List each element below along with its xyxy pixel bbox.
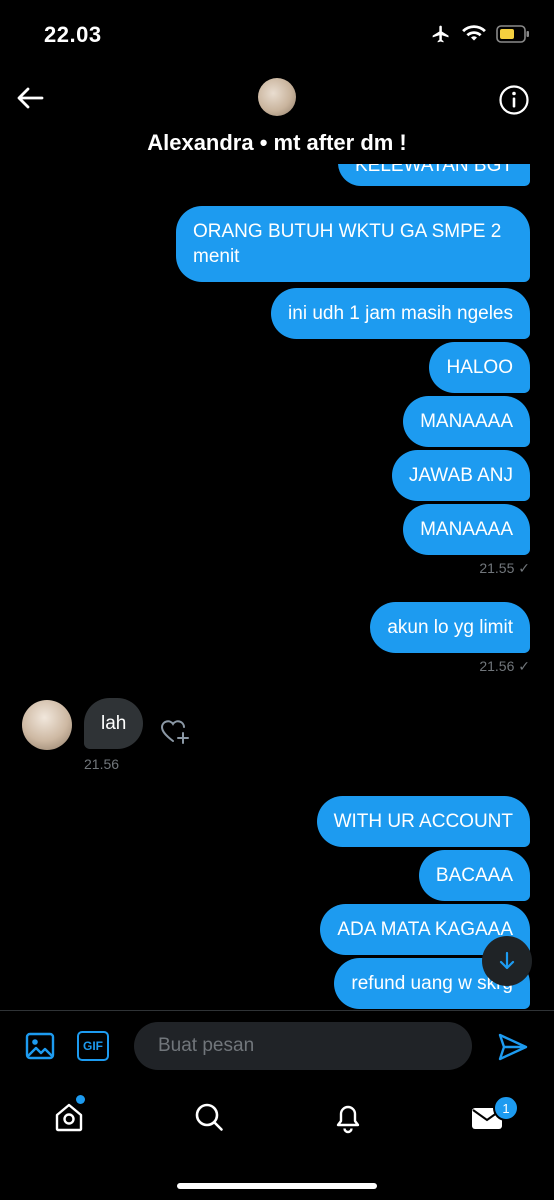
sent-message[interactable]: MANAAAA bbox=[403, 396, 530, 447]
status-icons bbox=[430, 24, 530, 44]
gif-button[interactable]: GIF bbox=[77, 1031, 109, 1061]
status-time: 22.03 bbox=[44, 22, 102, 47]
conversation-avatar[interactable] bbox=[258, 78, 296, 116]
sent-message[interactable]: JAWAB ANJ bbox=[391, 450, 530, 501]
arrow-down-icon bbox=[499, 951, 515, 970]
sent-message[interactable]: ORANG BUTUH WKTU GA SMPE 2 menit bbox=[176, 206, 530, 282]
sent-message[interactable]: akun lo yg limit bbox=[370, 602, 530, 653]
message-timestamp: 21.56 bbox=[84, 756, 120, 772]
sender-avatar[interactable] bbox=[22, 700, 72, 750]
message-timestamp: 21.55 ✓ bbox=[479, 560, 530, 576]
battery-icon bbox=[496, 25, 529, 43]
sent-message[interactable]: MANAAAA bbox=[403, 504, 530, 555]
home-notification-dot bbox=[76, 1095, 85, 1104]
add-reaction-heart-icon[interactable] bbox=[159, 716, 191, 748]
sent-message[interactable]: BACAAA bbox=[418, 850, 530, 901]
airplane-icon bbox=[432, 25, 449, 43]
messages-badge: 1 bbox=[493, 1095, 519, 1121]
message-input[interactable] bbox=[134, 1022, 472, 1070]
conversation-title[interactable]: Alexandra • mt after dm ! bbox=[0, 130, 554, 156]
sent-message[interactable]: WITH UR ACCOUNT bbox=[316, 796, 530, 847]
search-icon[interactable] bbox=[192, 1100, 226, 1134]
send-icon[interactable] bbox=[496, 1030, 530, 1064]
message-timestamp: 21.56 ✓ bbox=[479, 658, 530, 674]
message-list[interactable]: KELEWATAN BGT ORANG BUTUH WKTU GA SMPE 2… bbox=[0, 164, 554, 1010]
received-message[interactable]: lah bbox=[84, 698, 144, 749]
sent-message[interactable]: HALOO bbox=[429, 342, 530, 393]
image-icon[interactable] bbox=[24, 1030, 56, 1062]
back-arrow-icon[interactable] bbox=[14, 82, 46, 114]
info-icon[interactable] bbox=[498, 84, 530, 116]
home-indicator bbox=[177, 1183, 377, 1189]
scroll-to-bottom-button[interactable] bbox=[482, 936, 532, 986]
sent-message[interactable]: ini udh 1 jam masih ngeles bbox=[271, 288, 530, 339]
wifi-icon bbox=[462, 25, 486, 41]
notifications-bell-icon[interactable] bbox=[331, 1100, 365, 1134]
home-icon[interactable] bbox=[52, 1100, 86, 1134]
sent-message[interactable]: KELEWATAN BGT bbox=[337, 164, 530, 186]
